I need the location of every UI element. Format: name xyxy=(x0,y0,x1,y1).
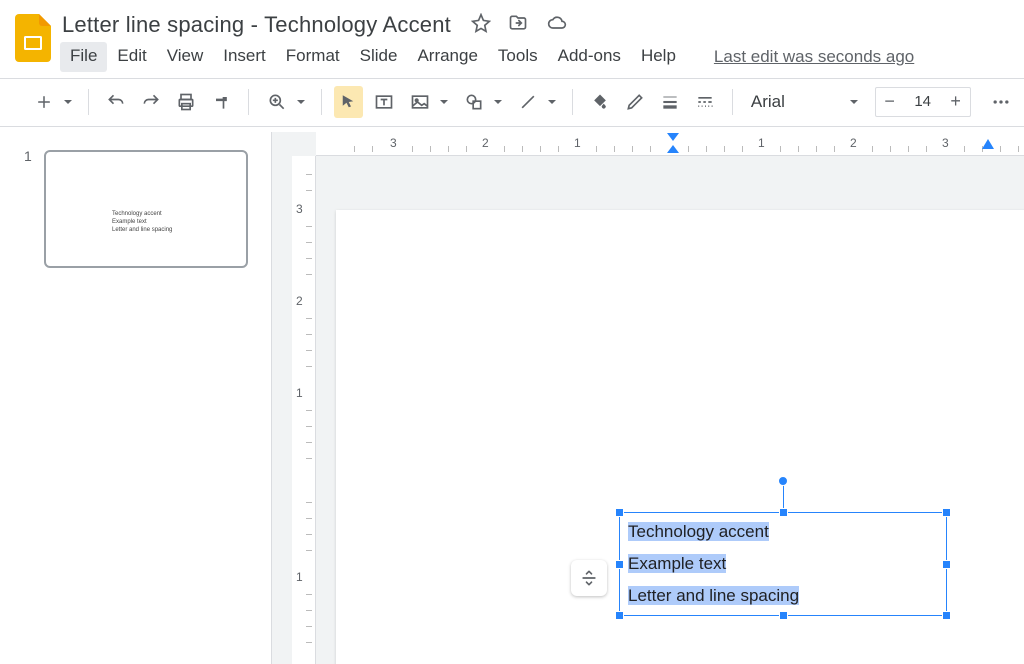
horizontal-ruler[interactable]: 3 2 1 1 2 3 4 xyxy=(316,132,1024,156)
ruler-label: 2 xyxy=(296,294,320,308)
line-dropdown[interactable] xyxy=(544,97,560,107)
insert-image-button[interactable] xyxy=(404,86,436,118)
select-tool-button[interactable] xyxy=(334,86,363,118)
resize-handle-bm[interactable] xyxy=(779,611,788,620)
move-to-folder-icon[interactable] xyxy=(507,13,529,33)
line-button[interactable] xyxy=(512,86,544,118)
more-tools-button[interactable] xyxy=(987,86,1016,118)
slide-number-label: 1 xyxy=(24,148,32,164)
font-family-label: Arial xyxy=(751,92,785,112)
left-indent-marker[interactable] xyxy=(666,132,680,154)
insert-image-dropdown[interactable] xyxy=(436,97,452,107)
slides-app-icon[interactable] xyxy=(8,8,60,63)
filmstrip: 1 Technology accent Example text Letter … xyxy=(0,132,272,664)
resize-handle-bl[interactable] xyxy=(615,611,624,620)
menu-help[interactable]: Help xyxy=(631,42,686,72)
thumbnail-preview: Technology accent Example text Letter an… xyxy=(112,210,172,234)
app-header: Letter line spacing - Technology Accent … xyxy=(0,0,1024,79)
new-slide-button[interactable] xyxy=(28,86,60,118)
border-weight-button[interactable] xyxy=(656,86,685,118)
print-button[interactable] xyxy=(171,86,200,118)
separator xyxy=(732,89,733,115)
font-size-value[interactable]: 14 xyxy=(904,93,942,110)
ruler-label: 2 xyxy=(482,136,489,150)
ruler-label: 2 xyxy=(850,136,857,150)
font-size-increase[interactable]: + xyxy=(942,88,970,116)
menu-slide[interactable]: Slide xyxy=(350,42,408,72)
cloud-saved-icon[interactable] xyxy=(545,13,569,33)
ruler-label: 3 xyxy=(942,136,949,150)
separator xyxy=(321,89,322,115)
title-block: Letter line spacing - Technology Accent … xyxy=(60,8,1016,78)
text-box-button[interactable] xyxy=(369,86,398,118)
menu-format[interactable]: Format xyxy=(276,42,350,72)
new-slide-dropdown[interactable] xyxy=(60,97,76,107)
font-size-stepper: − 14 + xyxy=(875,87,971,117)
menu-tools[interactable]: Tools xyxy=(488,42,548,72)
menu-insert[interactable]: Insert xyxy=(213,42,276,72)
workspace: 1 Technology accent Example text Letter … xyxy=(0,132,1024,664)
ruler-label: 1 xyxy=(296,570,320,584)
zoom-button[interactable] xyxy=(261,86,293,118)
rotation-line xyxy=(783,483,784,509)
separator xyxy=(572,89,573,115)
undo-button[interactable] xyxy=(101,86,130,118)
fill-color-button[interactable] xyxy=(585,86,614,118)
shape-button[interactable] xyxy=(458,86,490,118)
separator xyxy=(88,89,89,115)
vertical-ruler[interactable]: 3 2 1 1 xyxy=(292,156,316,664)
toolbar: Arial − 14 + xyxy=(0,79,1024,127)
menu-edit[interactable]: Edit xyxy=(107,42,156,72)
menu-view[interactable]: View xyxy=(157,42,214,72)
rotation-handle[interactable] xyxy=(778,476,788,486)
drag-handle-icon[interactable] xyxy=(571,560,607,596)
ruler-label: 1 xyxy=(296,386,320,400)
menu-file[interactable]: File xyxy=(60,42,107,72)
zoom-dropdown[interactable] xyxy=(293,97,309,107)
canvas-area: 3 2 1 1 2 3 4 xyxy=(272,132,1024,664)
ruler-label: 1 xyxy=(574,136,581,150)
star-icon[interactable] xyxy=(471,13,491,33)
doc-title[interactable]: Letter line spacing - Technology Accent xyxy=(60,8,453,38)
textbox-line[interactable]: Letter and line spacing xyxy=(620,577,946,609)
menu-arrange[interactable]: Arrange xyxy=(407,42,487,72)
shape-dropdown[interactable] xyxy=(490,97,506,107)
menubar: File Edit View Insert Format Slide Arran… xyxy=(60,38,1016,78)
last-edit-link[interactable]: Last edit was seconds ago xyxy=(714,47,914,67)
slide-thumbnail[interactable]: Technology accent Example text Letter an… xyxy=(44,150,248,268)
border-color-button[interactable] xyxy=(620,86,649,118)
font-family-selector[interactable]: Arial xyxy=(745,87,865,117)
textbox-line[interactable]: Technology accent xyxy=(620,513,946,545)
selected-textbox[interactable]: Technology accent Example text Letter an… xyxy=(619,512,947,616)
ruler-label: 3 xyxy=(390,136,397,150)
textbox-line[interactable]: Example text xyxy=(620,545,946,577)
ruler-label: 3 xyxy=(296,202,320,216)
font-size-decrease[interactable]: − xyxy=(876,88,904,116)
border-dash-button[interactable] xyxy=(691,86,720,118)
redo-button[interactable] xyxy=(136,86,165,118)
resize-handle-br[interactable] xyxy=(942,611,951,620)
right-indent-marker[interactable] xyxy=(981,132,995,150)
paint-format-button[interactable] xyxy=(207,86,236,118)
ruler-label: 1 xyxy=(758,136,765,150)
menu-addons[interactable]: Add-ons xyxy=(548,42,631,72)
separator xyxy=(248,89,249,115)
